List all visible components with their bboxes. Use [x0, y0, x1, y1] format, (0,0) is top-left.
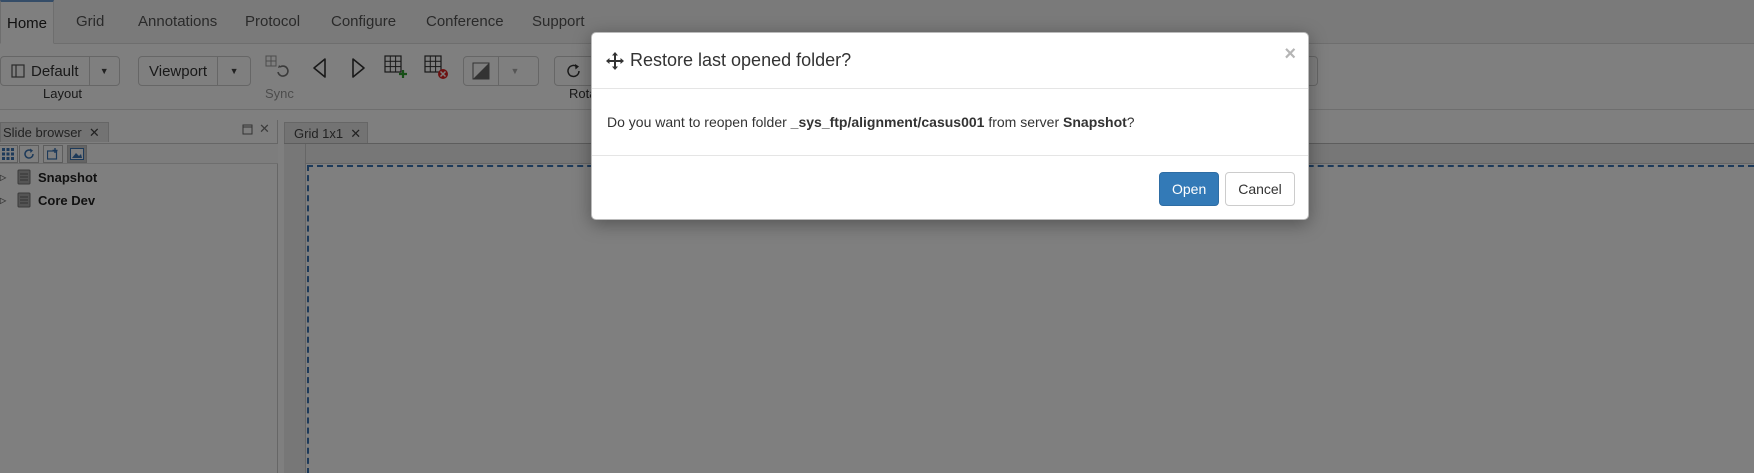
- dialog-header[interactable]: Restore last opened folder? ×: [592, 33, 1308, 89]
- move-icon[interactable]: [606, 51, 624, 70]
- cancel-button[interactable]: Cancel: [1225, 172, 1295, 206]
- open-button[interactable]: Open: [1159, 172, 1219, 206]
- server-name: Snapshot: [1063, 114, 1127, 130]
- message-middle: from server: [988, 114, 1060, 130]
- message-suffix: ?: [1126, 114, 1135, 130]
- restore-folder-dialog: Restore last opened folder? × Do you wan…: [591, 32, 1309, 220]
- dialog-footer: Open Cancel: [592, 155, 1308, 221]
- close-icon[interactable]: ×: [1284, 43, 1296, 66]
- dialog-title: Restore last opened folder?: [630, 50, 852, 70]
- message-prefix: Do you want to reopen folder: [607, 114, 787, 130]
- folder-path: _sys_ftp/alignment/casus001: [790, 114, 985, 130]
- dialog-message: Do you want to reopen folder _sys_ftp/al…: [607, 89, 1135, 155]
